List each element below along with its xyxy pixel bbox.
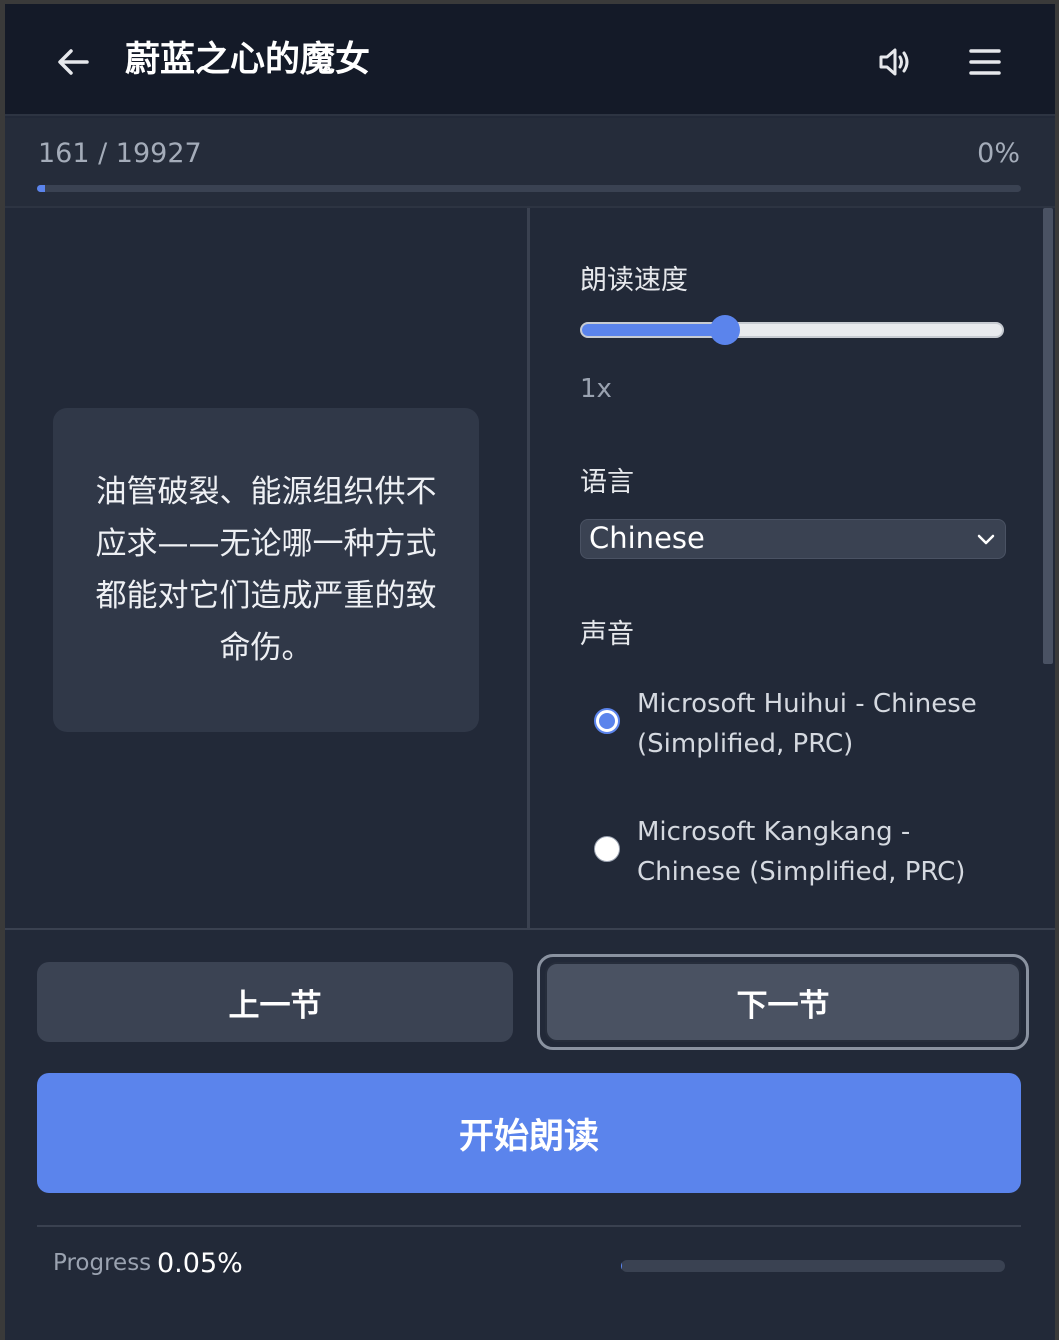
speaker-button[interactable]: [871, 38, 919, 86]
menu-button[interactable]: [961, 38, 1009, 86]
position-progress-fill: [37, 185, 45, 192]
voice-radio[interactable]: [594, 836, 620, 862]
speed-slider-fill: [582, 324, 725, 336]
reading-progress-track: [621, 1260, 1005, 1272]
voice-label: 声音: [580, 619, 634, 650]
position-counter: 161 / 19927: [38, 138, 202, 169]
reader-app: 蔚蓝之心的魔女 161 / 19927 0% 油管破裂、能源组织供不应求——无论…: [5, 4, 1055, 1340]
speaker-icon: [879, 48, 909, 76]
current-sentence-text: 油管破裂、能源组织供不应求——无论哪一种方式都能对它们造成严重的致命伤。: [95, 474, 437, 666]
arrow-left-icon: [58, 49, 89, 75]
language-label: 语言: [580, 467, 634, 498]
settings-scrollbar[interactable]: [1043, 208, 1053, 664]
next-section-button[interactable]: 下一节: [545, 962, 1021, 1042]
position-percent: 0%: [977, 138, 1020, 169]
reader-pane: 油管破裂、能源组织供不应求——无论哪一种方式都能对它们造成严重的致命伤。: [5, 208, 527, 928]
app-header: 蔚蓝之心的魔女: [5, 4, 1055, 116]
chevron-down-icon: [977, 534, 995, 545]
start-reading-button[interactable]: 开始朗读: [37, 1073, 1021, 1193]
language-select-value: Chinese: [589, 521, 705, 555]
controls-divider: [5, 928, 1055, 930]
voice-radio-selected[interactable]: [594, 708, 620, 734]
speed-value: 1x: [580, 374, 612, 404]
progress-value: 0.05%: [157, 1248, 243, 1279]
voice-option-label: Microsoft Kangkang - Chinese (Simplified…: [637, 817, 966, 887]
prev-section-button[interactable]: 上一节: [37, 962, 513, 1042]
voice-option-label: Microsoft Huihui - Chinese (Simplified, …: [637, 689, 977, 759]
current-sentence-card: 油管破裂、能源组织供不应求——无论哪一种方式都能对它们造成严重的致命伤。: [53, 408, 479, 732]
position-progress-track[interactable]: [37, 185, 1021, 192]
speed-label: 朗读速度: [580, 265, 688, 296]
progress-label: Progress: [53, 1250, 152, 1276]
footer-divider: [37, 1225, 1021, 1227]
hamburger-menu-icon: [969, 49, 1001, 75]
language-select[interactable]: Chinese: [580, 519, 1006, 559]
position-bar: 161 / 19927 0%: [5, 118, 1055, 208]
book-title: 蔚蓝之心的魔女: [125, 40, 371, 80]
speed-slider-knob[interactable]: [709, 315, 740, 345]
speed-slider[interactable]: [580, 315, 1004, 345]
back-button[interactable]: [49, 38, 97, 86]
settings-pane: 朗读速度 1x 语言 Chinese 声音 Microsoft Huihui -…: [530, 208, 1055, 928]
